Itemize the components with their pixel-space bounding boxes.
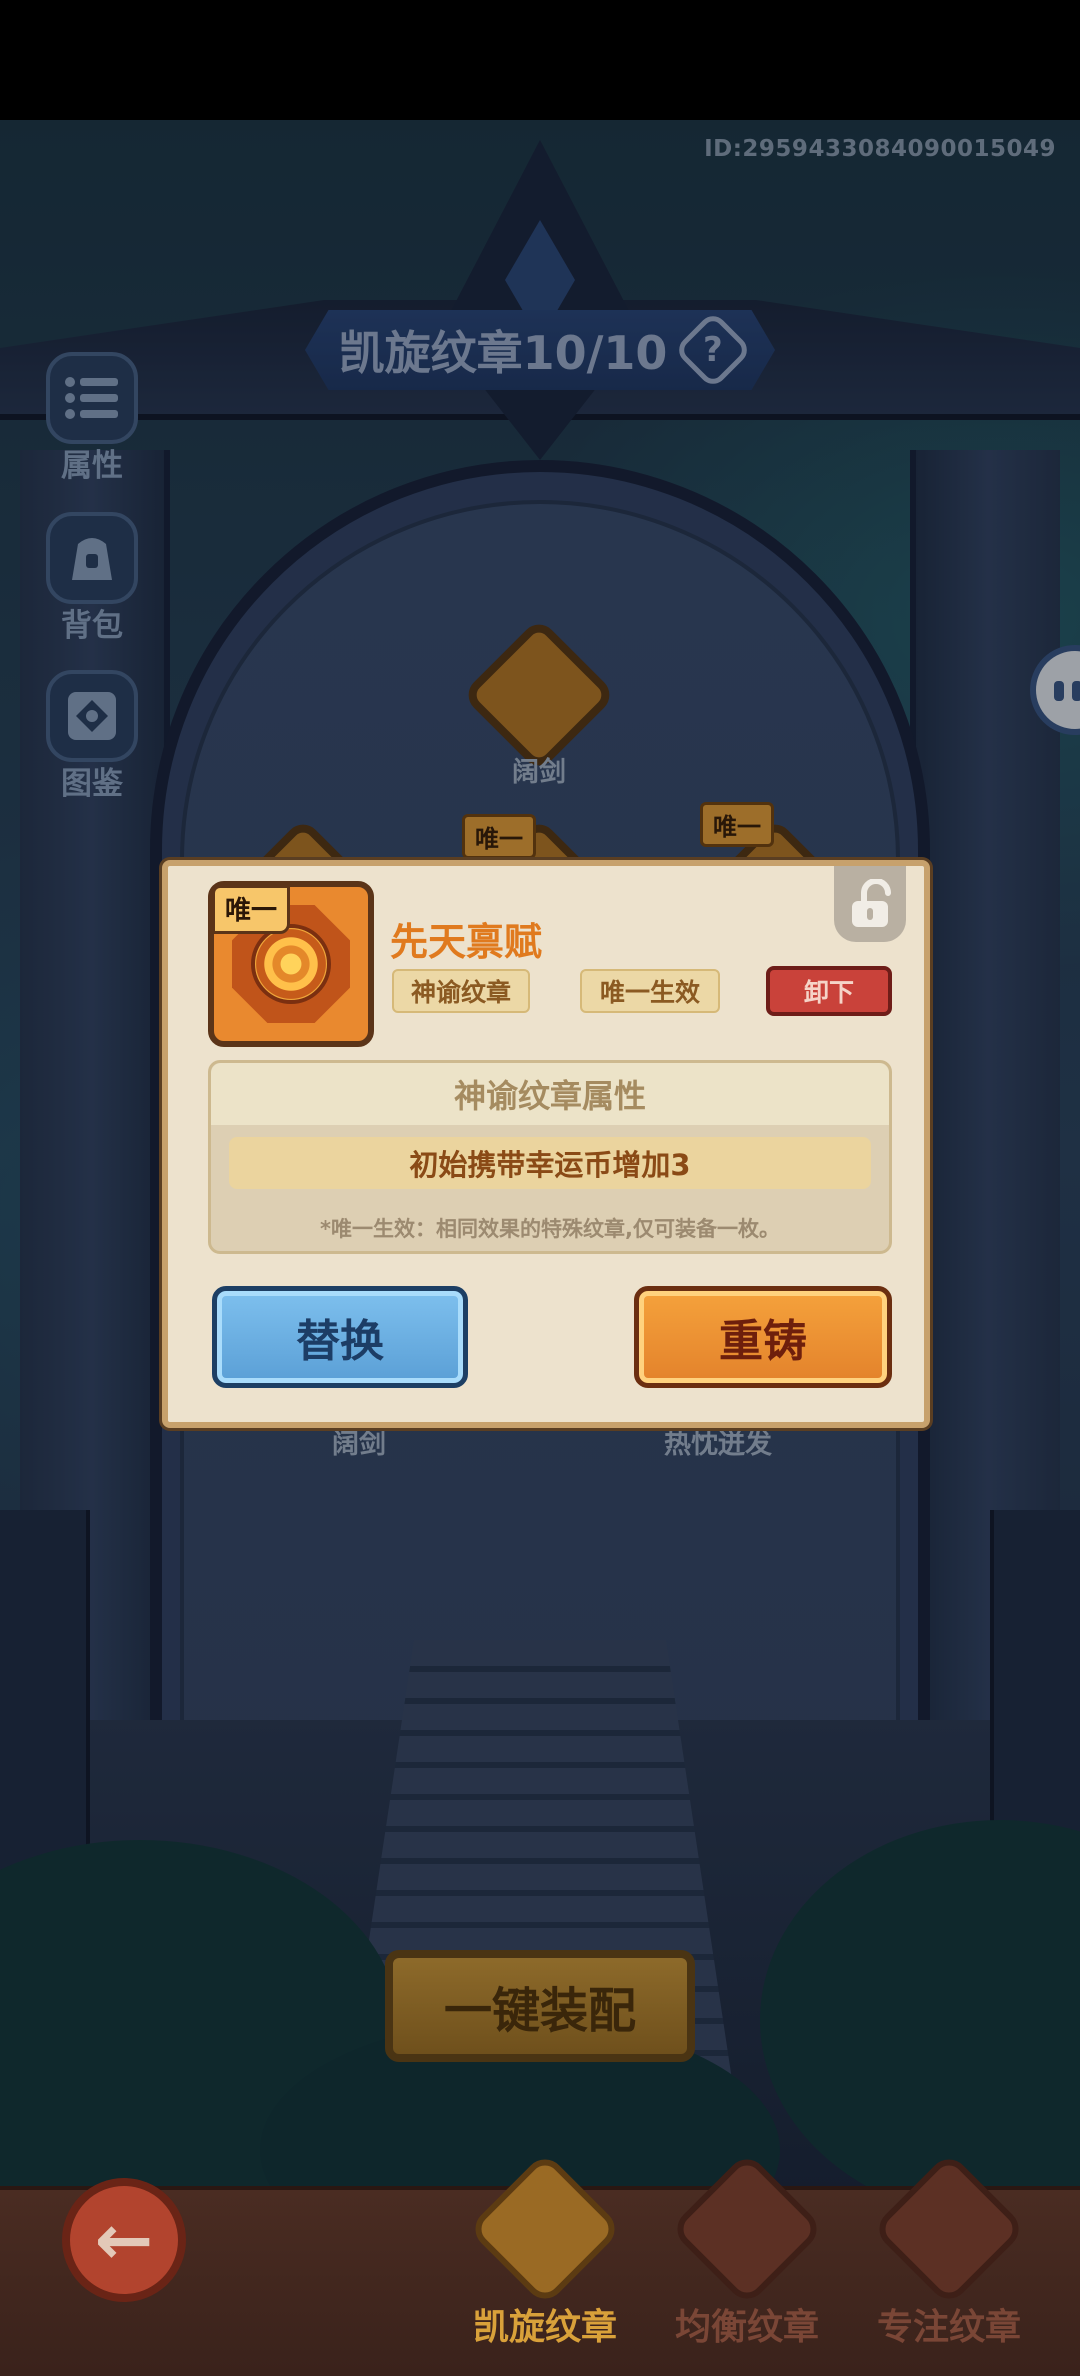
balance-emblem-icon [669,2151,825,2307]
equip-all-button[interactable]: 一键装配 [385,1950,695,2062]
tab-triumph[interactable]: 凯旋纹章 [450,2151,640,2350]
unlock-icon [852,879,891,927]
tab-balance[interactable]: 均衡纹章 [652,2151,842,2350]
tab-label: 凯旋纹章 [472,2307,617,2348]
replace-button[interactable]: 替换 [212,1286,468,1388]
tab-focus[interactable]: 专注纹章 [854,2151,1044,2350]
unequip-button[interactable]: 卸下 [766,966,892,1016]
attribute-note: *唯一生效：相同效果的特殊纹章,仅可装备一枚。 [320,1217,780,1241]
triumph-emblem-icon [467,2151,623,2307]
recast-button[interactable]: 重铸 [634,1286,892,1388]
unique-effect-chip: 唯一生效 [580,969,720,1013]
unique-tag: 唯一 [212,885,291,934]
attribute-effect: 初始携带幸运币增加3 [229,1137,871,1189]
focus-emblem-icon [871,2151,1027,2307]
lock-toggle-button[interactable] [834,866,906,942]
emblem-name: 先天禀赋 [390,920,543,964]
type-chip: 神谕纹章 [392,969,530,1013]
back-button[interactable]: ← [62,2178,186,2302]
status-bar-area [0,0,1080,120]
tab-label: 均衡纹章 [674,2307,819,2348]
back-arrow-icon: ← [94,2199,154,2281]
tab-label: 专注纹章 [876,2307,1021,2348]
attribute-panel: 神谕纹章属性 初始携带幸运币增加3 *唯一生效：相同效果的特殊纹章,仅可装备一枚… [208,1060,892,1254]
attribute-title: 神谕纹章属性 [211,1063,889,1125]
emblem-badge: 唯一 [208,881,374,1047]
emblem-detail-dialog: 唯一 先天禀赋 神谕纹章 唯一生效 卸下 神谕纹章属性 初始携带幸运币增加3 *… [162,860,930,1428]
